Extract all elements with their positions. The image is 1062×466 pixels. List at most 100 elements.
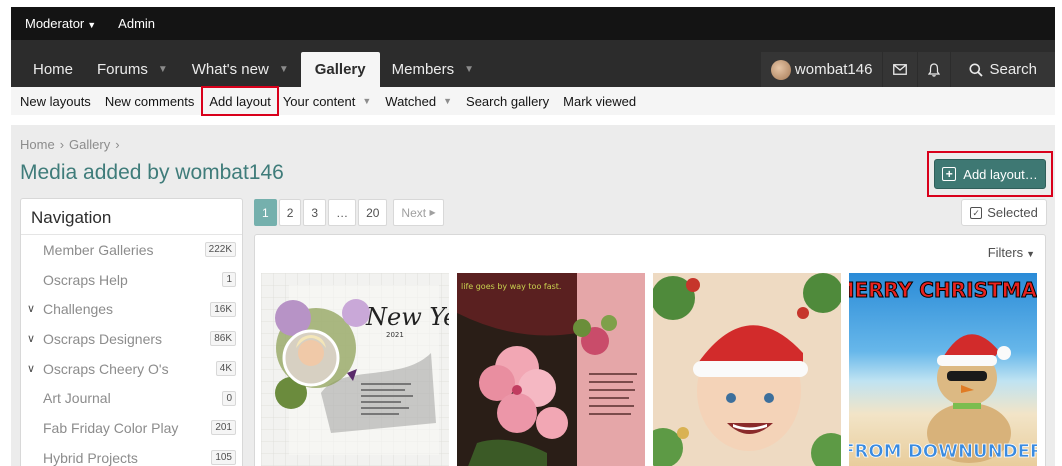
thumbnail-image: New Year 2021 [261, 273, 449, 466]
alerts-button[interactable] [917, 52, 951, 87]
breadcrumb-separator: › [115, 137, 120, 152]
sidebar-item-label: Challenges [43, 301, 114, 318]
sidebar-item-member-galleries[interactable]: Member Galleries 222K [21, 235, 242, 265]
count-badge: 86K [210, 331, 236, 347]
tab-label: What's new [191, 61, 269, 78]
tab-label: Members [391, 61, 455, 78]
count-badge: 105 [211, 450, 236, 466]
page-20-button[interactable]: 20 [358, 199, 388, 226]
breadcrumb-home[interactable]: Home [20, 137, 55, 152]
sidebar-item-oscraps-cheery-os[interactable]: ∨ Oscraps Cheery O's 4K [21, 354, 242, 384]
sidebar-title: Navigation [21, 199, 242, 235]
main-navbar: Home Forums ▼ What's new ▼ Gallery Members… [11, 40, 1055, 87]
tab-gallery[interactable]: Gallery [300, 52, 380, 87]
sidebar-item-label: Oscraps Designers [43, 330, 163, 347]
bell-icon [928, 62, 941, 77]
mark-viewed-link[interactable]: Mark viewed [563, 94, 636, 109]
checkbox-icon: ✓ [970, 206, 983, 219]
page-3-button[interactable]: 3 [303, 199, 327, 226]
add-layout-button-label: Add layout… [963, 166, 1038, 182]
sidebar-item-label: Art Journal [43, 390, 111, 407]
search-icon [969, 63, 984, 77]
tab-label: Home [33, 61, 74, 78]
page-2-button[interactable]: 2 [278, 199, 302, 226]
breadcrumb-gallery[interactable]: Gallery [69, 137, 110, 152]
count-badge: 201 [211, 420, 236, 436]
username: wombat146 [794, 61, 873, 78]
thumbnail-image [653, 273, 841, 466]
add-layout-button[interactable]: + Add layout… [934, 159, 1046, 189]
next-label: Next [401, 205, 427, 220]
breadcrumb: Home › Gallery › [20, 137, 125, 152]
media-thumbnail[interactable] [653, 273, 841, 466]
filters-menu[interactable]: Filters ▼ [988, 245, 1035, 260]
inbox-button[interactable] [882, 52, 918, 87]
sidebar-item-label: Member Galleries [43, 241, 154, 258]
tab-home[interactable]: Home [21, 52, 85, 87]
thumbnail-image: MERRY CHRISTMAS FROM DOWNUNDER [849, 278, 1037, 463]
sidebar-item-hybrid-projects[interactable]: Hybrid Projects 105 [21, 443, 242, 466]
sidebar-item-label: Fab Friday Color Play [43, 419, 179, 436]
next-page-button[interactable]: Next ▶ [393, 199, 444, 226]
admin-link[interactable]: Admin [118, 16, 155, 31]
new-comments-link[interactable]: New comments [105, 94, 195, 109]
page-jump-button[interactable]: … [328, 199, 357, 226]
sidebar-item-fab-friday[interactable]: Fab Friday Color Play 201 [21, 413, 242, 443]
media-grid-panel: Filters▼ New Year 20 [254, 234, 1046, 466]
chevron-down-icon[interactable]: ▼ [158, 64, 168, 75]
tab-forums[interactable]: Forums ▼ [85, 52, 180, 87]
page-body: Home › Gallery › Media added by wombat146 +… [11, 125, 1055, 466]
breadcrumb-separator: › [59, 137, 65, 152]
pagination: 1 2 3 … 20 Next ▶ [254, 199, 444, 226]
chevron-down-icon[interactable]: ▼ [464, 64, 474, 75]
count-badge: 16K [210, 301, 236, 317]
user-area: wombat146 Search [759, 52, 1055, 87]
your-content-menu[interactable]: Your content ▼ [283, 94, 371, 109]
watched-menu[interactable]: Watched ▼ [385, 94, 452, 109]
media-thumbnail[interactable]: New Year 2021 [261, 273, 449, 466]
tab-members[interactable]: Members ▼ [380, 52, 486, 87]
sidebar-item-oscraps-help[interactable]: Oscraps Help 1 [21, 265, 242, 295]
nav-tabs: Home Forums ▼ What's new ▼ Gallery Members… [21, 52, 486, 87]
selected-label: Selected [987, 205, 1038, 220]
chevron-down-icon[interactable]: ∨ [27, 362, 35, 375]
sidebar-item-oscraps-designers[interactable]: ∨ Oscraps Designers 86K [21, 324, 242, 354]
chevron-down-icon[interactable]: ▼ [279, 64, 289, 75]
plus-square-icon: + [942, 167, 957, 181]
page-1-button[interactable]: 1 [254, 199, 277, 226]
thumbnail-image: life goes by way too fast. [457, 273, 645, 466]
count-badge: 0 [222, 390, 236, 406]
thumb-title-text: New Year [365, 303, 449, 331]
new-layouts-link[interactable]: New layouts [20, 94, 91, 109]
avatar [770, 59, 791, 80]
sidebar-item-challenges[interactable]: ∨ Challenges 16K [21, 294, 242, 324]
caret-down-icon: ▼ [1026, 249, 1035, 259]
thumb-footer-text: FROM DOWNUNDER [849, 441, 1037, 462]
chevron-down-icon[interactable]: ∨ [27, 302, 35, 315]
tab-whats-new[interactable]: What's new ▼ [180, 52, 301, 87]
selected-button[interactable]: ✓ Selected [961, 199, 1047, 226]
thumb-year-text: 2021 [386, 331, 404, 339]
chevron-down-icon[interactable]: ∨ [27, 332, 35, 345]
sidebar-item-label: Oscraps Help [43, 271, 128, 288]
watched-label: Watched [385, 93, 437, 109]
envelope-icon [893, 64, 908, 75]
moderator-menu[interactable]: Moderator ▼ [25, 16, 96, 31]
sidebar-item-art-journal[interactable]: Art Journal 0 [21, 383, 242, 413]
count-badge: 1 [222, 272, 236, 288]
add-layout-link[interactable]: Add layout [201, 86, 279, 116]
thumb-header-text: MERRY CHRISTMAS [849, 278, 1037, 302]
admin-bar: Moderator ▼ Admin [11, 7, 1055, 40]
account-menu[interactable]: wombat146 [759, 52, 883, 87]
add-layout-highlight: + Add layout… [927, 151, 1053, 197]
count-badge: 222K [204, 242, 236, 258]
sidebar-item-label: Oscraps Cheery O's [43, 360, 169, 377]
media-thumbnail[interactable]: MERRY CHRISTMAS FROM DOWNUNDER [849, 273, 1037, 466]
search-gallery-link[interactable]: Search gallery [466, 94, 549, 109]
media-thumbnails: New Year 2021 life goes by way too fast. [261, 273, 1037, 466]
gallery-subnav: New layouts New comments Add layout Your… [11, 86, 1055, 116]
media-thumbnail[interactable]: life goes by way too fast. [457, 273, 645, 466]
chevron-down-icon: ▼ [443, 96, 453, 106]
search-button[interactable]: Search [950, 52, 1055, 87]
chevron-right-icon: ▶ [429, 208, 436, 217]
